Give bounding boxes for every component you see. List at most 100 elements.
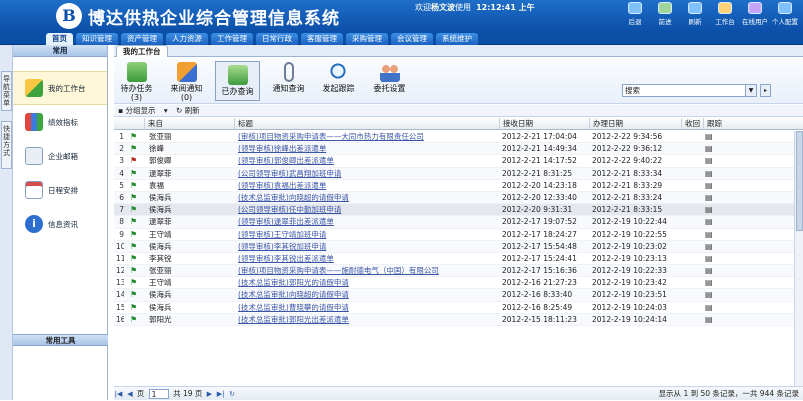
last-page-icon[interactable]: ▶|	[216, 388, 225, 401]
trace-icon[interactable]: ▤	[705, 131, 717, 143]
nav-tab-system[interactable]: 系统维护	[436, 33, 478, 45]
workbench-button[interactable]: 工作台	[712, 2, 738, 26]
sidebar-item-schedule[interactable]: 日程安排	[13, 173, 107, 207]
next-page-icon[interactable]: ▶	[205, 388, 214, 401]
nav-tab-work[interactable]: 工作管理	[211, 33, 253, 45]
trace-icon[interactable]: ▤	[705, 314, 717, 326]
nav-tab-customer[interactable]: 客服管理	[301, 33, 343, 45]
shortcut-vtab[interactable]: 快捷方式	[1, 121, 12, 169]
trace-icon[interactable]: ▤	[705, 143, 717, 155]
refresh-button[interactable]: 刷新	[682, 2, 708, 26]
personal-config-button[interactable]: 个人配置	[772, 2, 798, 26]
scrollbar-thumb[interactable]	[796, 131, 803, 231]
nav-tab-purchase[interactable]: 采购管理	[346, 33, 388, 45]
grid-scrollbar[interactable]	[794, 131, 803, 386]
table-row[interactable]: 8 ⚑ 逯翠菲 (领导审核)逯翠菲出差派遣单 2012-2-17 19:07:52 201…	[114, 216, 803, 229]
trace-icon[interactable]: ▤	[705, 204, 717, 216]
col-title[interactable]: 标题	[234, 118, 499, 130]
online-users-button[interactable]: 在线用户	[742, 2, 768, 26]
search-button[interactable]: ▸	[760, 84, 771, 97]
table-row[interactable]: 10 ⚑ 侯海兵 (领导审核)李其锐加班申请 2012-2-17 15:54:48 201…	[114, 240, 803, 253]
sidebar-item-workbench[interactable]: 我的工作台	[13, 71, 107, 105]
group-display-button[interactable]: ▪ 分组显示 ▾	[118, 106, 168, 115]
trace-icon[interactable]: ▤	[705, 229, 717, 241]
sidebar-item-kpi[interactable]: 绩效指标	[13, 105, 107, 139]
row-title-link[interactable]: (技术总监审批)郭阳光的请假申请	[238, 277, 498, 289]
nav-tab-home[interactable]: 首页	[46, 33, 73, 45]
table-row[interactable]: 12 ⚑ 张亚丽 (审核)项目物资采购申请表——施耐德电气（中国）有限公司 2012-2…	[114, 265, 803, 278]
col-from[interactable]: 来自	[144, 118, 234, 130]
search-input[interactable]: 搜索	[622, 84, 746, 97]
nav-menu-vtab[interactable]: 导航菜单	[1, 71, 12, 111]
table-row[interactable]: 11 ⚑ 李其锐 (领导审核)李其锐出差派遣单 2012-2-17 15:24:41 20…	[114, 253, 803, 266]
row-title-link[interactable]: (公司领导审核)武昌翔加班申请	[238, 168, 498, 180]
start-tracking-button[interactable]: 发起跟踪	[316, 62, 361, 93]
row-title-link[interactable]: (领导审核)袁福出差派遣单	[238, 180, 498, 192]
nav-tab-hr[interactable]: 人力资源	[166, 33, 208, 45]
row-title-link[interactable]: (技术总监审批)向晓超的请假申请	[238, 289, 498, 301]
row-title-link[interactable]: (领导审核)逯翠菲出差派遣单	[238, 216, 498, 228]
table-row[interactable]: 3 ⚑ 郭俊卿 (领导审核)郭俊卿出差派遣单 2012-2-21 14:17:52 201…	[114, 155, 803, 168]
forward-button[interactable]: 前进	[652, 2, 678, 26]
nav-tab-meeting[interactable]: 会议管理	[391, 33, 433, 45]
table-row[interactable]: 9 ⚑ 王守靖 (领导审核)王守靖加班申请 2012-2-17 18:24:27 2012…	[114, 229, 803, 241]
nav-tab-knowledge[interactable]: 知识管理	[76, 33, 118, 45]
prev-page-icon[interactable]: ◀	[125, 388, 134, 401]
delegate-settings-label: 委托设置	[373, 84, 406, 93]
grid-refresh-button[interactable]: ↻ 刷新	[176, 106, 206, 115]
notice-query-button[interactable]: 通知查询	[266, 62, 311, 93]
done-query-button[interactable]: 已办查询	[215, 61, 260, 101]
notices-button[interactable]: 来阅通知 (0)	[164, 62, 209, 102]
row-title-link[interactable]: (领导审核)郭俊卿出差派遣单	[238, 155, 498, 167]
col-recall[interactable]: 收回	[681, 118, 703, 130]
tab-workbench[interactable]: 我的工作台	[116, 45, 168, 57]
row-title-link[interactable]: (领导审核)李其锐加班申请	[238, 241, 498, 253]
row-title-link[interactable]: (领导审核)王守靖加班申请	[238, 229, 498, 241]
col-trace[interactable]: 跟踪	[703, 118, 794, 130]
refresh-icon[interactable]: ↻	[228, 388, 237, 401]
trace-icon[interactable]: ▤	[705, 289, 717, 301]
table-row[interactable]: 4 ⚑ 逯翠菲 (公司领导审核)武昌翔加班申请 2012-2-21 8:31:25 201…	[114, 167, 803, 180]
trace-icon[interactable]: ▤	[705, 265, 717, 277]
row-title-link[interactable]: (技术总监审批)曹晓攀的请假申请	[238, 302, 498, 314]
nav-tab-assets[interactable]: 资产管理	[121, 33, 163, 45]
page-number-input[interactable]: 1	[148, 389, 169, 399]
trace-icon[interactable]: ▤	[705, 302, 717, 314]
trace-icon[interactable]: ▤	[705, 216, 717, 228]
col-recv[interactable]: 接收日期	[499, 118, 589, 130]
delegate-settings-button[interactable]: 委托设置	[367, 62, 412, 93]
row-title-link[interactable]: (审核)项目物资采购申请表——大同市热力有限责任公司	[238, 131, 498, 143]
row-done: 2012-2-19 10:23:42	[592, 278, 667, 288]
row-title-link[interactable]: (领导审核)李其锐出差派遣单	[238, 253, 498, 265]
trace-icon[interactable]: ▤	[705, 168, 717, 180]
trace-icon[interactable]: ▤	[705, 155, 717, 167]
back-button[interactable]: 后退	[622, 2, 648, 26]
table-row[interactable]: 2 ⚑ 徐峰 (领导审核)徐峰出差派遣单 2012-2-21 14:49:34 2012-…	[114, 143, 803, 156]
row-title-link[interactable]: (公司领导审核)任中勤加班申请	[238, 204, 498, 216]
trace-icon[interactable]: ▤	[705, 253, 717, 265]
table-row[interactable]: 1 ⚑ 张亚丽 (审核)项目物资采购申请表——大同市热力有限责任公司 2012-2-21…	[114, 131, 803, 144]
nav-tab-admin[interactable]: 日常行政	[256, 33, 298, 45]
trace-icon[interactable]: ▤	[705, 277, 717, 289]
search-dropdown-icon[interactable]: ▼	[746, 84, 757, 97]
col-done[interactable]: 办理日期	[589, 118, 681, 130]
sidebar-item-news[interactable]: i 信息资讯	[13, 207, 107, 241]
row-title-link[interactable]: (领导审核)徐峰出差派遣单	[238, 143, 498, 155]
table-row[interactable]: 16 ⚑ 郭阳光 (技术总监审批)郭阳光出差派遣单 2012-2-15 18:11:23…	[114, 313, 803, 326]
row-title-link[interactable]: (技术总监审批)向晓超的请假申请	[238, 192, 498, 204]
trace-icon[interactable]: ▤	[705, 180, 717, 192]
table-row[interactable]: 6 ⚑ 侯海兵 (技术总监审批)向晓超的请假申请 2012-2-20 12:33:40 2…	[114, 191, 803, 205]
trace-icon[interactable]: ▤	[705, 241, 717, 253]
sidebar-item-mail[interactable]: 企业邮箱	[13, 139, 107, 173]
sidebar-tools-header[interactable]: 常用工具	[13, 334, 108, 346]
table-row[interactable]: 15 ⚑ 侯海兵 (技术总监审批)曹晓攀的请假申请 2012-2-16 8:25:49 2…	[114, 302, 803, 314]
todo-tasks-button[interactable]: 待办任务 (3)	[114, 62, 159, 102]
table-row[interactable]: 7 ⚑ 侯海兵 (公司领导审核)任中勤加班申请 2012-2-20 9:31:31 201…	[114, 204, 803, 217]
row-title-link[interactable]: (技术总监审批)郭阳光出差派遣单	[238, 314, 498, 326]
row-title-link[interactable]: (审核)项目物资采购申请表——施耐德电气（中国）有限公司	[238, 265, 498, 277]
table-row[interactable]: 14 ⚑ 侯海兵 (技术总监审批)向晓超的请假申请 2012-2-16 8:33:40 2…	[114, 289, 803, 302]
table-row[interactable]: 5 ⚑ 袁福 (领导审核)袁福出差派遣单 2012-2-20 14:23:18 2012-…	[114, 180, 803, 192]
table-row[interactable]: 13 ⚑ 王守靖 (技术总监审批)郭阳光的请假申请 2012-2-16 21:27:23…	[114, 277, 803, 290]
first-page-icon[interactable]: |◀	[114, 388, 123, 401]
trace-icon[interactable]: ▤	[705, 192, 717, 204]
